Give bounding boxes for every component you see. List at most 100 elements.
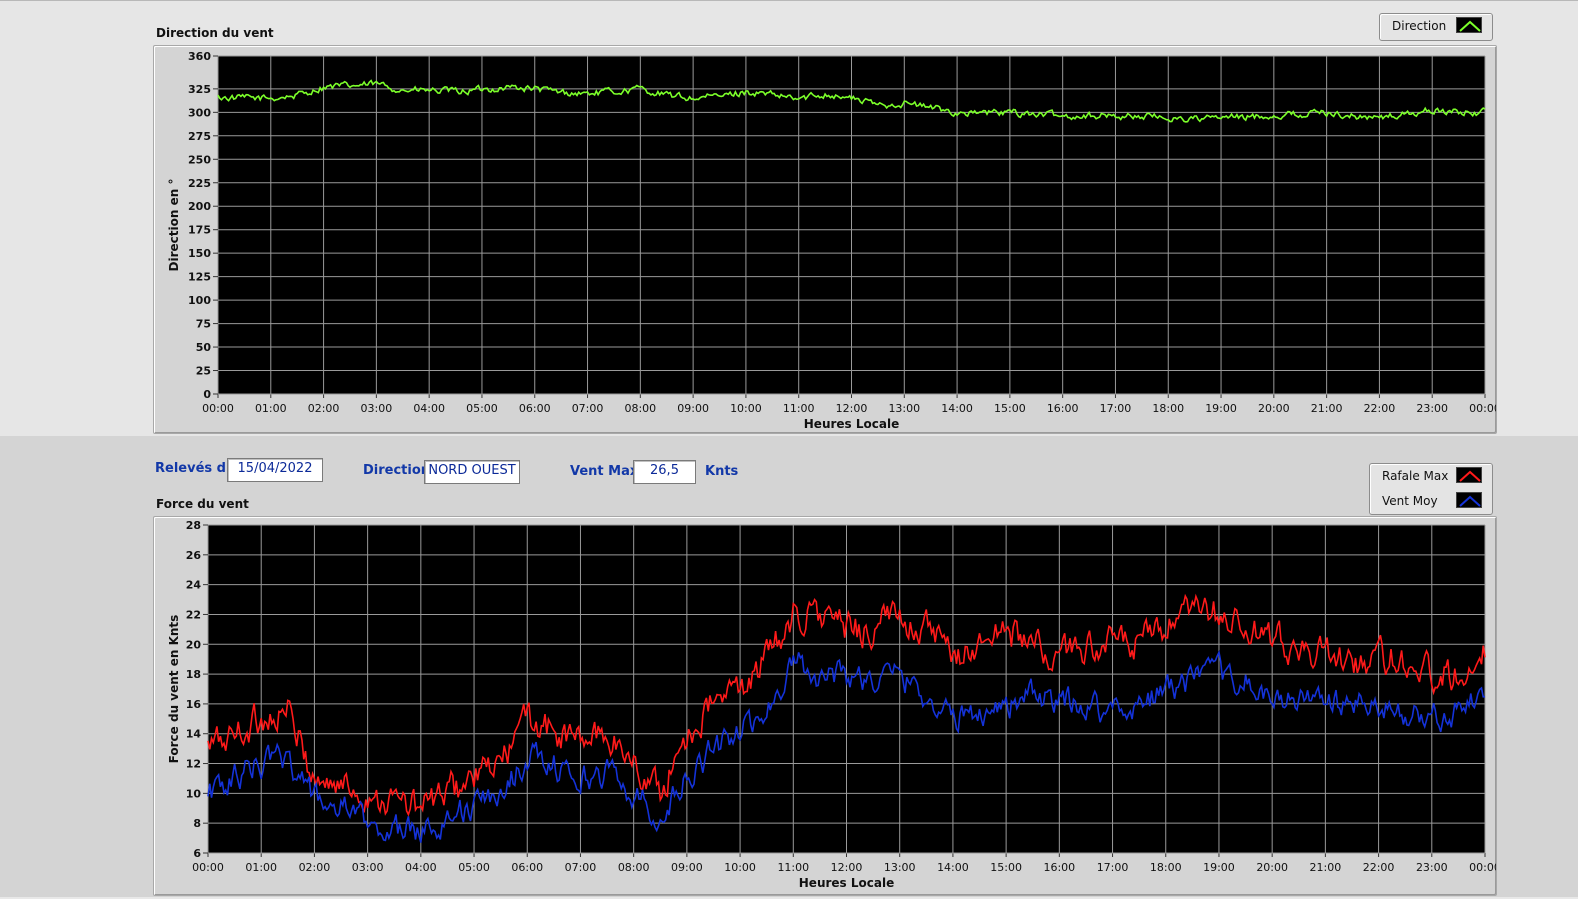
force-legend[interactable]: Rafale Max Vent Moy	[1369, 463, 1493, 515]
x-tick-label: 10:00	[730, 402, 762, 415]
x-axis-label: Heures Locale	[804, 417, 899, 431]
x-tick-label: 00:00	[192, 861, 224, 874]
y-axis-label: Force du vent en Knts	[167, 615, 181, 764]
x-tick-label: 17:00	[1097, 861, 1129, 874]
x-tick-label: 22:00	[1363, 861, 1395, 874]
x-tick-label: 15:00	[994, 402, 1026, 415]
y-tick-label: 360	[188, 50, 211, 63]
y-tick-label: 28	[186, 519, 201, 532]
y-tick-label: 18	[186, 668, 201, 681]
y-tick-label: 75	[196, 318, 211, 331]
y-tick-label: 225	[188, 177, 211, 190]
x-tick-label: 07:00	[565, 861, 597, 874]
x-tick-label: 00:00	[1469, 402, 1496, 415]
legend-label-direction: Direction	[1392, 19, 1447, 33]
legend-item-direction[interactable]: Direction	[1380, 14, 1492, 38]
y-tick-label: 150	[188, 247, 211, 260]
direction-chart: 00:00 01:00 02:00 03:00 04:00 05:00 06:00 07:00…	[167, 50, 1501, 431]
force-chart: 00:00 01:00 02:00 03:00 04:00 05:00 06:00 07:00…	[167, 519, 1501, 890]
x-axis-label: Heures Locale	[799, 876, 894, 890]
x-tick-label: 06:00	[511, 861, 543, 874]
x-tick-label: 17:00	[1100, 402, 1132, 415]
ventmax-label: Vent Max	[570, 464, 639, 479]
y-tick-label: 275	[188, 130, 211, 143]
y-tick-label: 100	[188, 294, 211, 307]
x-tick-label: 04:00	[413, 402, 445, 415]
y-tick-label: 250	[188, 153, 211, 166]
y-tick-label: 175	[188, 224, 211, 237]
y-tick-label: 325	[188, 83, 211, 96]
releves-date-field[interactable]: 15/04/2022	[227, 458, 323, 482]
x-tick-label: 08:00	[618, 861, 650, 874]
y-tick-label: 22	[186, 608, 201, 621]
x-tick-label: 05:00	[466, 402, 498, 415]
x-tick-label: 01:00	[255, 402, 287, 415]
y-tick-label: 8	[193, 817, 201, 830]
x-tick-label: 02:00	[308, 402, 340, 415]
x-tick-label: 12:00	[836, 402, 868, 415]
y-tick-label: 10	[186, 787, 202, 800]
x-tick-label: 00:00	[202, 402, 234, 415]
x-tick-label: 21:00	[1311, 402, 1343, 415]
x-tick-label: 16:00	[1043, 861, 1075, 874]
x-tick-label: 23:00	[1416, 861, 1448, 874]
y-tick-label: 20	[186, 638, 202, 651]
y-axis-label: Direction en °	[167, 179, 181, 272]
x-tick-label: 12:00	[831, 861, 863, 874]
legend-item-vent-moy[interactable]: Vent Moy	[1370, 489, 1492, 513]
x-tick-label: 23:00	[1416, 402, 1448, 415]
x-tick-label: 08:00	[624, 402, 656, 415]
y-tick-label: 300	[188, 106, 211, 119]
y-tick-label: 25	[196, 365, 211, 378]
x-tick-label: 21:00	[1310, 861, 1342, 874]
legend-swatch-rafale-max	[1456, 467, 1482, 483]
legend-label-vent-moy: Vent Moy	[1382, 494, 1438, 508]
y-tick-label: 200	[188, 200, 211, 213]
releves-label: Relevés du	[155, 461, 236, 476]
ventmax-value-field[interactable]: 26,5	[633, 460, 696, 484]
x-tick-label: 20:00	[1258, 402, 1290, 415]
y-tick-label: 26	[186, 549, 202, 562]
x-tick-label: 03:00	[361, 402, 393, 415]
y-tick-label: 12	[186, 758, 201, 771]
direction-legend[interactable]: Direction	[1379, 13, 1493, 41]
x-tick-label: 14:00	[941, 402, 973, 415]
force-chart-panel: 00:00 01:00 02:00 03:00 04:00 05:00 06:00 07:00…	[153, 516, 1501, 896]
x-tick-label: 19:00	[1203, 861, 1235, 874]
y-tick-label: 6	[193, 847, 201, 860]
x-tick-label: 14:00	[937, 861, 969, 874]
x-tick-label: 20:00	[1256, 861, 1288, 874]
x-tick-label: 13:00	[884, 861, 916, 874]
x-tick-label: 16:00	[1047, 402, 1079, 415]
x-tick-label: 22:00	[1364, 402, 1396, 415]
x-tick-label: 15:00	[990, 861, 1022, 874]
x-tick-label: 19:00	[1205, 402, 1237, 415]
y-tick-label: 14	[186, 728, 202, 741]
force-chart-title: Force du vent	[156, 497, 249, 511]
legend-swatch-direction	[1456, 17, 1482, 33]
y-tick-label: 125	[188, 271, 211, 284]
x-tick-label: 01:00	[245, 861, 277, 874]
y-tick-label: 0	[203, 388, 211, 401]
x-tick-label: 18:00	[1152, 402, 1184, 415]
legend-swatch-vent-moy	[1456, 492, 1482, 508]
y-tick-label: 16	[186, 698, 202, 711]
y-tick-label: 24	[186, 579, 202, 592]
x-tick-label: 18:00	[1150, 861, 1182, 874]
x-tick-label: 04:00	[405, 861, 437, 874]
direction-chart-panel: 00:00 01:00 02:00 03:00 04:00 05:00 06:00 07:00…	[153, 45, 1501, 434]
x-tick-label: 00:00	[1469, 861, 1496, 874]
x-tick-label: 10:00	[724, 861, 756, 874]
y-tick-label: 50	[196, 341, 212, 354]
legend-label-rafale-max: Rafale Max	[1382, 469, 1449, 483]
ventmax-unit: Knts	[705, 464, 739, 479]
x-tick-label: 07:00	[572, 402, 604, 415]
legend-item-rafale-max[interactable]: Rafale Max	[1370, 464, 1492, 488]
x-tick-label: 09:00	[677, 402, 709, 415]
x-tick-label: 02:00	[299, 861, 331, 874]
x-tick-label: 05:00	[458, 861, 490, 874]
direction-value-field[interactable]: NORD OUEST	[424, 460, 520, 484]
x-tick-label: 11:00	[783, 402, 815, 415]
direction-label: Direction	[363, 463, 431, 478]
x-tick-label: 09:00	[671, 861, 703, 874]
